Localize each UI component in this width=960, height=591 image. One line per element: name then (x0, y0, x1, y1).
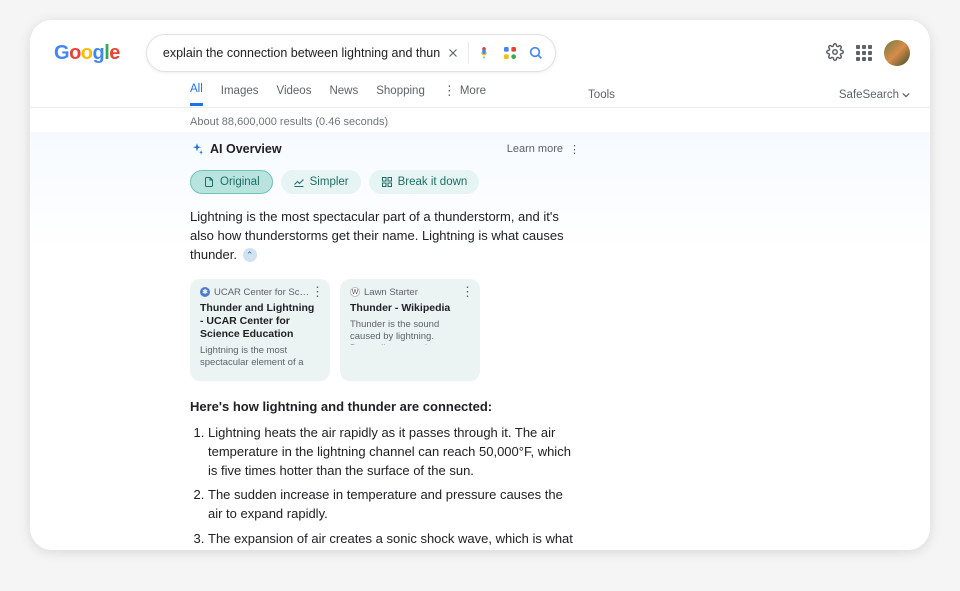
learn-more-link[interactable]: Learn more ⋮ (507, 143, 580, 156)
source-card[interactable]: W Lawn Starter ⋮ Thunder - Wikipedia Thu… (340, 279, 480, 381)
tools-link[interactable]: Tools (588, 89, 615, 101)
ai-intro-text: Lightning is the most spectacular part o… (190, 208, 580, 265)
ai-step: The sudden increase in temperature and p… (208, 486, 580, 524)
source-snippet: Lightning is the most spectacular elemen… (200, 345, 320, 371)
tab-more[interactable]: ⋮More (443, 83, 486, 107)
tab-shopping[interactable]: Shopping (376, 85, 425, 105)
tab-images[interactable]: Images (221, 85, 259, 105)
source-title: Thunder - Wikipedia (350, 302, 470, 315)
tab-news[interactable]: News (329, 85, 358, 105)
clear-icon[interactable] (440, 40, 466, 66)
chip-original[interactable]: Original (190, 170, 273, 194)
settings-icon[interactable] (826, 43, 844, 64)
ai-overview-label: AI Overview (210, 142, 282, 156)
search-icon[interactable] (523, 40, 549, 66)
source-snippet: Thunder is the sound caused by lightning… (350, 319, 470, 345)
apps-icon[interactable] (856, 45, 872, 61)
more-icon[interactable]: ⋮ (569, 143, 580, 156)
search-box[interactable] (146, 34, 556, 72)
tab-videos[interactable]: Videos (277, 85, 312, 105)
chip-break-it-down[interactable]: Break it down (369, 170, 480, 194)
lens-icon[interactable] (497, 40, 523, 66)
favicon-icon: W (350, 287, 360, 297)
chevron-down-icon (902, 91, 910, 99)
safesearch-menu[interactable]: SafeSearch (839, 89, 910, 101)
ai-step: The expansion of air creates a sonic sho… (208, 530, 580, 550)
favicon-icon: ✱ (200, 287, 210, 297)
search-input[interactable] (163, 46, 440, 60)
source-title: Thunder and Lightning - UCAR Center for … (200, 302, 320, 341)
source-site: Lawn Starter (364, 287, 418, 298)
source-card[interactable]: ✱ UCAR Center for Science Edu… ⋮ Thunder… (190, 279, 330, 381)
google-logo[interactable]: Google (54, 42, 120, 65)
sparkle-icon (190, 142, 204, 156)
ai-steps-list: Lightning heats the air rapidly as it pa… (208, 424, 580, 550)
mic-icon[interactable] (471, 40, 497, 66)
card-more-icon[interactable]: ⋮ (311, 285, 324, 298)
chip-simpler[interactable]: Simpler (281, 170, 361, 194)
ai-step: Lightning heats the air rapidly as it pa… (208, 424, 580, 481)
tab-all[interactable]: All (190, 83, 203, 106)
source-site: UCAR Center for Science Edu… (214, 287, 310, 298)
expand-icon[interactable]: ⌃ (243, 248, 257, 262)
card-more-icon[interactable]: ⋮ (461, 285, 474, 298)
ai-subheading: Here's how lightning and thunder are con… (190, 399, 580, 414)
account-avatar[interactable] (884, 40, 910, 66)
result-stats: About 88,600,000 results (0.46 seconds) (30, 108, 930, 132)
